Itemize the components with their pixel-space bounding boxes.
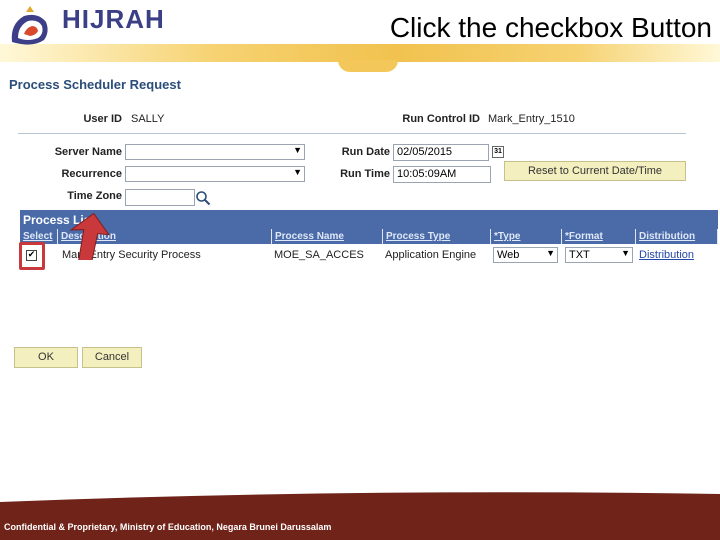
server-name-select[interactable]: ▼	[125, 144, 305, 160]
run-date-input[interactable]: 02/05/2015	[393, 144, 489, 161]
recurrence-select[interactable]: ▼	[125, 166, 305, 182]
ok-button[interactable]: OK	[14, 347, 78, 368]
logo-text: HIJRAH	[62, 4, 165, 34]
row-process-type: Application Engine	[385, 249, 477, 261]
dropdown-arrow-icon: ▼	[621, 248, 630, 258]
row-process-name: MOE_SA_ACCES	[274, 249, 364, 261]
user-id-value: SALLY	[131, 113, 165, 125]
run-time-label: Run Time	[340, 168, 390, 180]
type-select[interactable]: Web ▼	[493, 247, 558, 263]
calendar-icon[interactable]: 31	[492, 146, 504, 158]
col-process-name[interactable]: Process Name	[272, 229, 383, 244]
slide-footer	[0, 490, 720, 540]
user-id-label: User ID	[83, 113, 122, 125]
footer-text: Confidential & Proprietary, Ministry of …	[4, 522, 332, 532]
distribution-link[interactable]: Distribution	[639, 249, 694, 261]
page-title: Process Scheduler Request	[9, 77, 181, 92]
run-control-label: Run Control ID	[402, 113, 480, 125]
slide-title: Click the checkbox Button	[389, 12, 712, 43]
section-divider	[18, 133, 686, 134]
search-icon[interactable]	[195, 190, 211, 206]
reset-date-time-button[interactable]: Reset to Current Date/Time	[504, 161, 686, 181]
header-gold-notch	[338, 60, 398, 72]
run-time-input[interactable]: 10:05:09AM	[393, 166, 491, 183]
recurrence-label: Recurrence	[61, 168, 122, 180]
format-value: TXT	[569, 249, 590, 261]
run-control-value: Mark_Entry_1510	[488, 113, 575, 125]
arrow-pointer-icon	[69, 212, 110, 260]
server-name-label: Server Name	[54, 146, 122, 158]
run-date-label: Run Date	[341, 146, 390, 158]
col-type[interactable]: *Type	[491, 229, 562, 244]
dropdown-arrow-icon: ▼	[293, 167, 302, 177]
cancel-button[interactable]: Cancel	[82, 347, 142, 368]
dropdown-arrow-icon: ▼	[293, 145, 302, 155]
type-value: Web	[497, 249, 520, 261]
dropdown-arrow-icon: ▼	[546, 248, 555, 258]
col-format[interactable]: *Format	[562, 229, 636, 244]
format-select[interactable]: TXT ▼	[565, 247, 633, 263]
footer-wave	[0, 490, 720, 502]
col-process-type[interactable]: Process Type	[383, 229, 491, 244]
col-distribution[interactable]: Distribution	[636, 229, 718, 244]
